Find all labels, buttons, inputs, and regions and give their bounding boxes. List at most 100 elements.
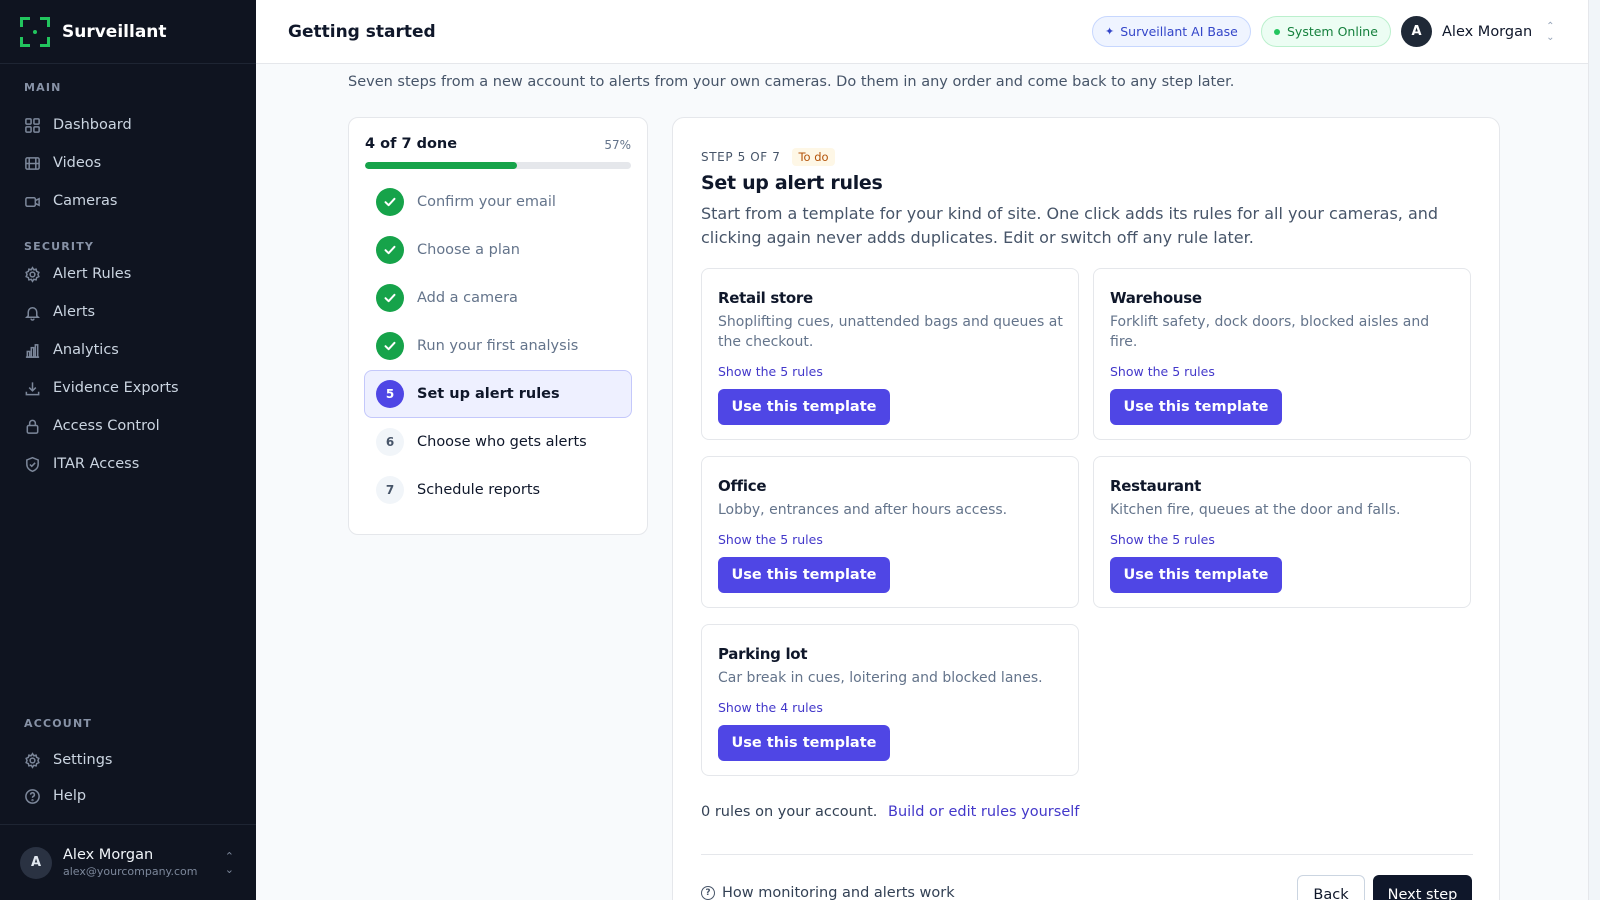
template-name: Warehouse (1110, 289, 1202, 307)
sidebar-user-email: alex@yourcompany.com (63, 865, 198, 878)
status-badge-label: System Online (1287, 24, 1378, 39)
step-number: 7 (376, 476, 404, 504)
show-rules-link[interactable]: Show the 5 rules (718, 364, 823, 379)
step-description: Start from a template for your kind of s… (701, 204, 1439, 247)
template-card: Retail store Shoplifting cues, unattended… (701, 268, 1079, 440)
step-number: 5 (376, 380, 404, 408)
check-icon (376, 236, 404, 264)
step-item[interactable]: 7 Schedule reports (364, 466, 632, 514)
show-rules-link[interactable]: Show the 5 rules (1110, 532, 1215, 547)
avatar: A (20, 846, 52, 879)
step-title: Set up alert rules (701, 172, 883, 194)
sidebar-item-label: Access Control (53, 418, 160, 434)
gear-icon (25, 751, 40, 769)
template-description: Shoplifting cues, unattended bags and qu… (718, 314, 1063, 350)
sidebar-item-label: Alert Rules (53, 266, 132, 282)
use-template-button[interactable]: Use this template (718, 557, 890, 593)
step-card: STEP 5 OF 7 To do Set up alert rules Sta… (672, 117, 1500, 900)
bar-chart-icon (25, 343, 40, 358)
ai-badge[interactable]: ✦ Surveillant AI Base (1092, 16, 1251, 47)
step-item[interactable]: Add a camera (364, 274, 632, 322)
lock-icon (26, 419, 39, 434)
step-item[interactable]: 6 Choose who gets alerts (364, 418, 632, 466)
sidebar-item-videos[interactable]: Videos (0, 144, 256, 182)
use-template-button[interactable]: Use this template (718, 725, 890, 761)
template-name: Retail store (718, 289, 813, 307)
use-template-button[interactable]: Use this template (1110, 557, 1282, 593)
template-name: Office (718, 477, 767, 495)
shield-icon (26, 456, 39, 472)
progress-card: 4 of 7 done 57% Confirm your email Choose… (348, 117, 648, 535)
sidebar-item-label: Videos (53, 155, 102, 171)
sidebar-item-dashboard[interactable]: Dashboard (0, 106, 256, 144)
sidebar-item-settings[interactable]: Settings (0, 742, 256, 778)
brand[interactable]: Surveillant (0, 0, 256, 64)
step-label: Run your first analysis (417, 338, 579, 354)
top-header: Getting started ✦ Surveillant AI Base Sy… (256, 0, 1600, 64)
sparkle-icon: ✦ (1105, 25, 1115, 38)
sidebar: Surveillant MAIN Dashboard Videos Camera… (0, 0, 256, 900)
sidebar-item-cameras[interactable]: Cameras (0, 182, 256, 220)
sidebar-item-label: Evidence Exports (53, 380, 179, 396)
chevron-up-down-icon: ⌃ ⌄ (224, 849, 234, 876)
progress-bar-fill (365, 162, 517, 169)
check-icon (376, 284, 404, 312)
status-dot-icon (1274, 28, 1280, 35)
status-badge: System Online (1261, 16, 1391, 47)
step-eyebrow: STEP 5 OF 7 To do (701, 148, 835, 166)
download-icon (25, 381, 40, 395)
how-monitoring-works-link[interactable]: ? How monitoring and alerts work (701, 885, 955, 900)
template-card: Restaurant Kitchen fire, queues at the do… (1093, 456, 1471, 608)
sidebar-item-label: Settings (53, 752, 113, 768)
step-label: Choose a plan (417, 242, 520, 258)
sidebar-item-help[interactable]: Help (0, 778, 256, 814)
nav-section-account: ACCOUNT (24, 717, 93, 730)
scrollbar[interactable] (1588, 0, 1600, 900)
sidebar-item-label: Help (53, 788, 87, 804)
show-rules-link[interactable]: Show the 4 rules (718, 700, 823, 715)
gear-icon (25, 265, 40, 283)
step-item[interactable]: Confirm your email (364, 178, 632, 226)
ai-badge-label: Surveillant AI Base (1120, 24, 1238, 39)
step-number: 6 (376, 428, 404, 456)
camera-icon (25, 196, 40, 207)
grid-icon (25, 117, 40, 133)
template-card: Parking lot Car break in cues, loitering … (701, 624, 1079, 776)
status-badge: To do (792, 148, 835, 166)
template-card: Warehouse Forklift safety, dock doors, bl… (1093, 268, 1471, 440)
divider (701, 854, 1473, 855)
sidebar-item-alerts[interactable]: Alerts (0, 293, 256, 331)
template-description: Lobby, entrances and after hours access. (718, 502, 1008, 518)
template-description: Car break in cues, loitering and blocked… (718, 670, 1043, 686)
sidebar-item-access-control[interactable]: Access Control (0, 407, 256, 445)
build-rules-link[interactable]: Build or edit rules yourself (888, 804, 1079, 820)
sidebar-user-name: Alex Morgan (63, 847, 154, 863)
step-label: Schedule reports (417, 482, 541, 498)
sidebar-item-alert-rules[interactable]: Alert Rules (0, 255, 256, 293)
step-counter: STEP 5 OF 7 (701, 150, 781, 164)
header-user-menu[interactable]: A Alex Morgan ⌃ ⌄ (1401, 16, 1555, 47)
logo-icon (20, 16, 50, 47)
sidebar-item-analytics[interactable]: Analytics (0, 331, 256, 369)
onboarding-subtitle: Seven steps from a new account to alerts… (348, 74, 1235, 90)
how-monitoring-works-label: How monitoring and alerts work (722, 885, 955, 900)
show-rules-link[interactable]: Show the 5 rules (1110, 364, 1215, 379)
sidebar-user-menu[interactable]: A Alex Morgan alex@yourcompany.com ⌃ ⌄ (0, 824, 256, 900)
show-rules-link[interactable]: Show the 5 rules (718, 532, 823, 547)
step-item[interactable]: 5 Set up alert rules (364, 370, 632, 418)
film-icon (25, 156, 40, 170)
sidebar-item-label: Dashboard (53, 117, 132, 133)
sidebar-item-label: Alerts (53, 304, 96, 320)
template-card: Office Lobby, entrances and after hours a… (701, 456, 1079, 608)
next-step-button[interactable]: Next step (1373, 875, 1472, 900)
template-name: Parking lot (718, 645, 808, 663)
back-button[interactable]: Back (1297, 875, 1365, 900)
sidebar-item-itar-access[interactable]: ITAR Access (0, 445, 256, 483)
progress-label: 4 of 7 done (365, 136, 458, 152)
use-template-button[interactable]: Use this template (1110, 389, 1282, 425)
progress-percent: 57% (604, 138, 631, 152)
step-item[interactable]: Choose a plan (364, 226, 632, 274)
sidebar-item-evidence-exports[interactable]: Evidence Exports (0, 369, 256, 407)
step-item[interactable]: Run your first analysis (364, 322, 632, 370)
use-template-button[interactable]: Use this template (718, 389, 890, 425)
